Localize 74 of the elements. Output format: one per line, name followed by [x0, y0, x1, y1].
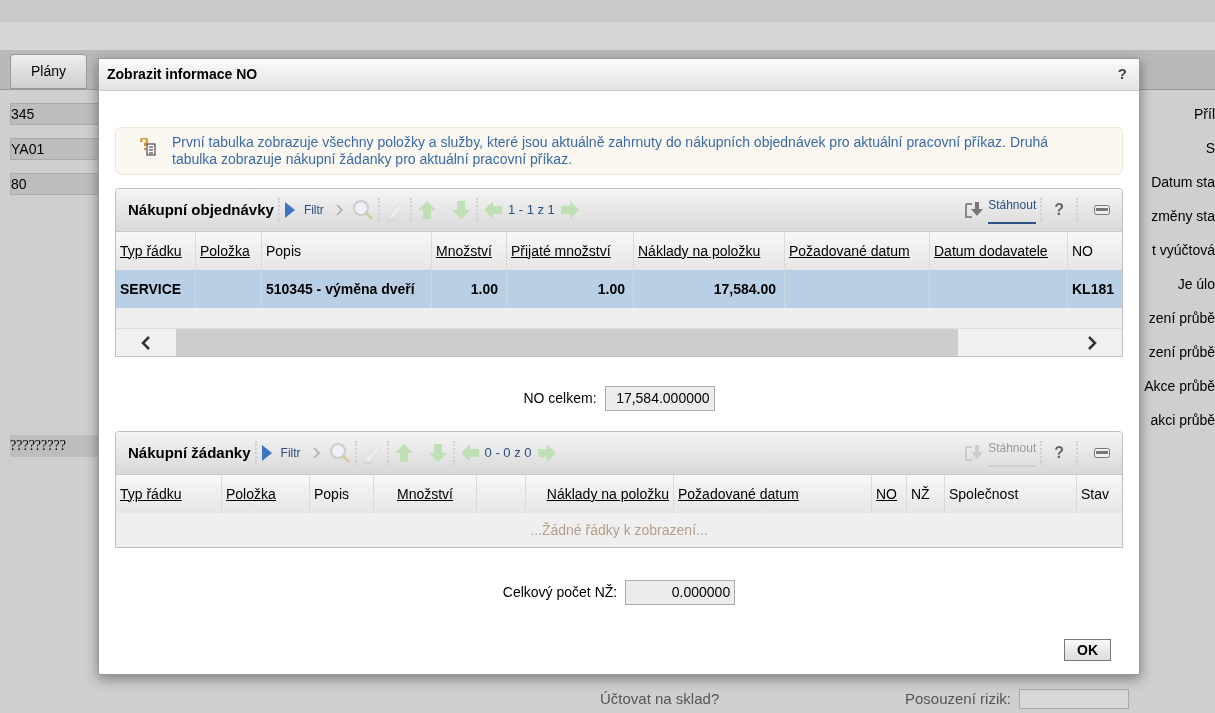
- table-cell-text: 1.00: [597, 279, 625, 299]
- table-cell-text: 1.00: [470, 279, 498, 299]
- table-cell-text: SERVICE: [120, 279, 182, 299]
- scrollbar-thumb[interactable]: [176, 329, 958, 356]
- column-header[interactable]: Společnost: [949, 483, 1019, 505]
- form-label: zení průbě: [1148, 309, 1215, 328]
- filter-button[interactable]: Filtr: [260, 444, 301, 462]
- chevron-icon[interactable]: [335, 204, 344, 216]
- play-icon: [260, 444, 273, 462]
- filter-button[interactable]: Filtr: [283, 201, 324, 219]
- column-header[interactable]: Typ řádku: [120, 240, 182, 262]
- column-header[interactable]: Požadované datum: [789, 240, 910, 262]
- column-header[interactable]: Položka: [200, 240, 250, 262]
- form-label: změny sta: [1151, 207, 1215, 226]
- play-icon: [283, 201, 296, 219]
- page-counter: 0 - 0 z 0: [484, 444, 532, 463]
- column-header[interactable]: Náklady na položku: [546, 483, 669, 505]
- column-header[interactable]: Přijaté množství: [511, 240, 611, 262]
- page-counter: 1 - 1 z 1: [507, 201, 555, 220]
- form-label: Datum sta: [1151, 173, 1215, 192]
- column-header[interactable]: Datum dodavatele: [934, 240, 1048, 262]
- column-header[interactable]: Položka: [226, 483, 276, 505]
- help-document-icon: [140, 138, 156, 156]
- total-field: 0.000000: [625, 580, 736, 605]
- form-label: Akce průbě: [1144, 377, 1215, 396]
- table-cell-text: 510345 - výměna dveří: [266, 279, 415, 299]
- download-icon[interactable]: [964, 201, 985, 219]
- form-label: Je úlo: [1177, 275, 1215, 294]
- scroll-left-icon[interactable]: [140, 334, 152, 351]
- form-label: Účtovat na sklad?: [600, 689, 720, 709]
- column-header[interactable]: Množství: [436, 240, 492, 262]
- minimize-icon[interactable]: [1094, 448, 1110, 458]
- empty-message: ...Žádné řádky k zobrazení...: [530, 520, 708, 540]
- search-icon[interactable]: [351, 199, 374, 221]
- column-header[interactable]: NO: [1072, 240, 1093, 262]
- column-header[interactable]: Popis: [266, 240, 302, 262]
- form-label: S: [1205, 139, 1215, 158]
- total-label: NO celkem:: [523, 389, 597, 408]
- search-icon[interactable]: [328, 442, 351, 464]
- help-button[interactable]: ?: [1117, 63, 1127, 86]
- total-label: Celkový počet NŽ:: [502, 583, 618, 602]
- right-arrow-icon[interactable]: [558, 199, 581, 221]
- total-field: 17,584.000000: [604, 386, 715, 411]
- column-header[interactable]: NŽ: [911, 483, 930, 505]
- horizontal-scrollbar[interactable]: [116, 328, 1122, 356]
- form-label: zení průbě: [1148, 343, 1215, 362]
- table-title: Nákupní objednávky: [128, 199, 274, 220]
- form-field[interactable]: [1018, 689, 1129, 710]
- form-label: Příl: [1194, 105, 1215, 124]
- form-label: akci průbě: [1150, 411, 1215, 430]
- form-label: Posouzení rizik:: [905, 689, 1011, 709]
- form-label: t vyúčtová: [1151, 241, 1215, 260]
- download-link[interactable]: Stáhnout: [988, 196, 1037, 224]
- info-text: První tabulka zobrazuje všechny položky a služby, které jsou aktuálně zahrnuty do nákupních objednávek pro aktuální pracovní příkaz. Druhá tabulka zobrazuje nákupní žádanky pro aktuální pracovní příkaz.: [172, 134, 1050, 168]
- minimize-icon[interactable]: [1094, 205, 1110, 215]
- table-cell-text: 17,584.00: [713, 279, 776, 299]
- dialog-title: Zobrazit informace NO: [107, 65, 258, 84]
- table-title: Nákupní žádanky: [128, 442, 251, 463]
- column-header[interactable]: Požadované datum: [678, 483, 799, 505]
- column-header[interactable]: Stav: [1081, 483, 1109, 505]
- column-header[interactable]: NO: [876, 483, 897, 505]
- scroll-right-icon[interactable]: [1086, 334, 1098, 351]
- column-header[interactable]: Množství: [397, 483, 453, 505]
- column-header[interactable]: Popis: [314, 483, 350, 505]
- help-button[interactable]: ?: [1054, 441, 1064, 465]
- chevron-icon[interactable]: [312, 447, 321, 459]
- ok-button[interactable]: OK: [1064, 639, 1111, 661]
- table-row[interactable]: SERVICE 510345 - výměna dveří 1.00 1.00 17,584.00 KL181: [116, 270, 1122, 308]
- help-button[interactable]: ?: [1054, 198, 1064, 222]
- table-cell-text: KL181: [1072, 279, 1115, 299]
- right-arrow-icon[interactable]: [535, 442, 558, 464]
- tab[interactable]: Plány: [10, 54, 88, 89]
- column-header[interactable]: Náklady na položku: [638, 240, 761, 262]
- column-header[interactable]: Typ řádku: [120, 483, 182, 505]
